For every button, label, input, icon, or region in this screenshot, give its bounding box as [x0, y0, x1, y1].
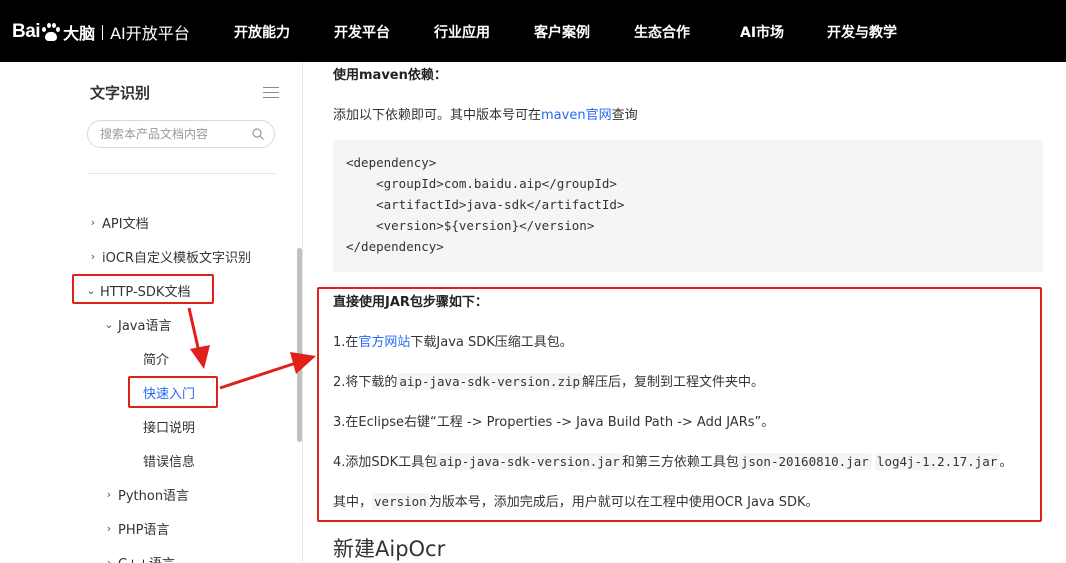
sidebar-item-label: Java语言: [118, 319, 172, 334]
maven-paragraph: 添加以下依赖即可。其中版本号可在maven官网查询: [333, 108, 638, 123]
code-line: <artifactId>java-sdk</artifactId>: [346, 197, 625, 212]
logo-separator: [102, 24, 104, 40]
chevron-right-icon: ›: [90, 250, 96, 263]
nav-item-ecosystem[interactable]: 生态合作: [634, 22, 690, 42]
code-line: </dependency>: [346, 239, 444, 254]
docs-sidebar: 文字识别 › API文档 › iOCR自定义模板文字识别 ⌄ HTTP-SDK文…: [62, 62, 303, 563]
code-line: <groupId>com.baidu.aip</groupId>: [346, 176, 617, 191]
sidebar-divider: [87, 173, 275, 174]
maven-heading: 使用maven依赖：: [333, 68, 447, 83]
annotation-box-quickstart: [128, 376, 218, 408]
sidebar-item-errors[interactable]: 错误信息: [143, 451, 195, 470]
nav-item-dev-platform[interactable]: 开发平台: [334, 22, 390, 42]
sidebar-item-label: 简介: [143, 353, 170, 368]
sidebar-item-label: C++语言: [118, 553, 175, 563]
nav-item-capabilities[interactable]: 开放能力: [234, 22, 290, 42]
chevron-right-icon: ›: [106, 556, 112, 563]
chevron-right-icon: ›: [90, 216, 96, 229]
annotation-box-jar-steps: [317, 287, 1042, 522]
sidebar-item-python[interactable]: › Python语言: [104, 485, 189, 504]
section-title-new-aipocr: 新建AipOcr: [333, 537, 446, 561]
menu-icon[interactable]: [263, 87, 279, 99]
sidebar-item-label: iOCR自定义模板文字识别: [102, 251, 251, 266]
logo-bai-text: Bai: [12, 21, 41, 42]
sidebar-item-iocr[interactable]: › iOCR自定义模板文字识别: [88, 247, 251, 266]
baidu-ai-logo[interactable]: Bai 大脑 AI开放平台: [12, 18, 190, 46]
sidebar-item-label: 接口说明: [143, 421, 196, 436]
sidebar-item-api-reference[interactable]: 接口说明: [143, 417, 195, 436]
chevron-right-icon: ›: [106, 488, 112, 501]
search-icon[interactable]: [252, 128, 264, 140]
sidebar-item-label: 错误信息: [143, 455, 196, 470]
paw-icon: [41, 22, 61, 42]
sidebar-item-java[interactable]: ⌄ Java语言: [104, 315, 171, 334]
sidebar-item-label: API文档: [102, 217, 149, 232]
logo-product-text: AI开放平台: [110, 24, 190, 43]
sidebar-scrollbar[interactable]: [297, 248, 302, 442]
sidebar-item-label: PHP语言: [118, 523, 170, 538]
sidebar-item-api-docs[interactable]: › API文档: [88, 213, 149, 232]
annotation-box-http-sdk: [72, 274, 214, 304]
nav-item-education[interactable]: 开发与教学: [827, 22, 897, 42]
doc-search-box: [87, 120, 275, 148]
sidebar-item-label: Python语言: [118, 489, 190, 504]
sidebar-item-php[interactable]: › PHP语言: [104, 519, 170, 538]
nav-item-cases[interactable]: 客户案例: [534, 22, 590, 42]
nav-item-industry[interactable]: 行业应用: [434, 22, 490, 42]
top-nav-bar: Bai 大脑 AI开放平台 开放能力 开发平台 行业应用 客户案例 生态合作 A…: [0, 0, 1066, 62]
sidebar-item-cpp[interactable]: › C++语言: [104, 553, 175, 563]
code-line: <version>${version}</version>: [346, 218, 595, 233]
nav-item-market[interactable]: AI市场: [740, 22, 784, 42]
logo-brand-text: 大脑: [63, 24, 96, 43]
code-line: <dependency>: [346, 155, 437, 170]
chevron-down-icon: ⌄: [104, 318, 114, 331]
sidebar-item-intro[interactable]: 简介: [143, 349, 169, 368]
chevron-right-icon: ›: [106, 522, 112, 535]
doc-search-input[interactable]: [100, 125, 250, 143]
maven-site-link[interactable]: maven官网: [541, 108, 612, 123]
sidebar-title: 文字识别: [90, 84, 151, 102]
maven-code-block: <dependency> <groupId>com.baidu.aip</gro…: [333, 140, 1043, 272]
